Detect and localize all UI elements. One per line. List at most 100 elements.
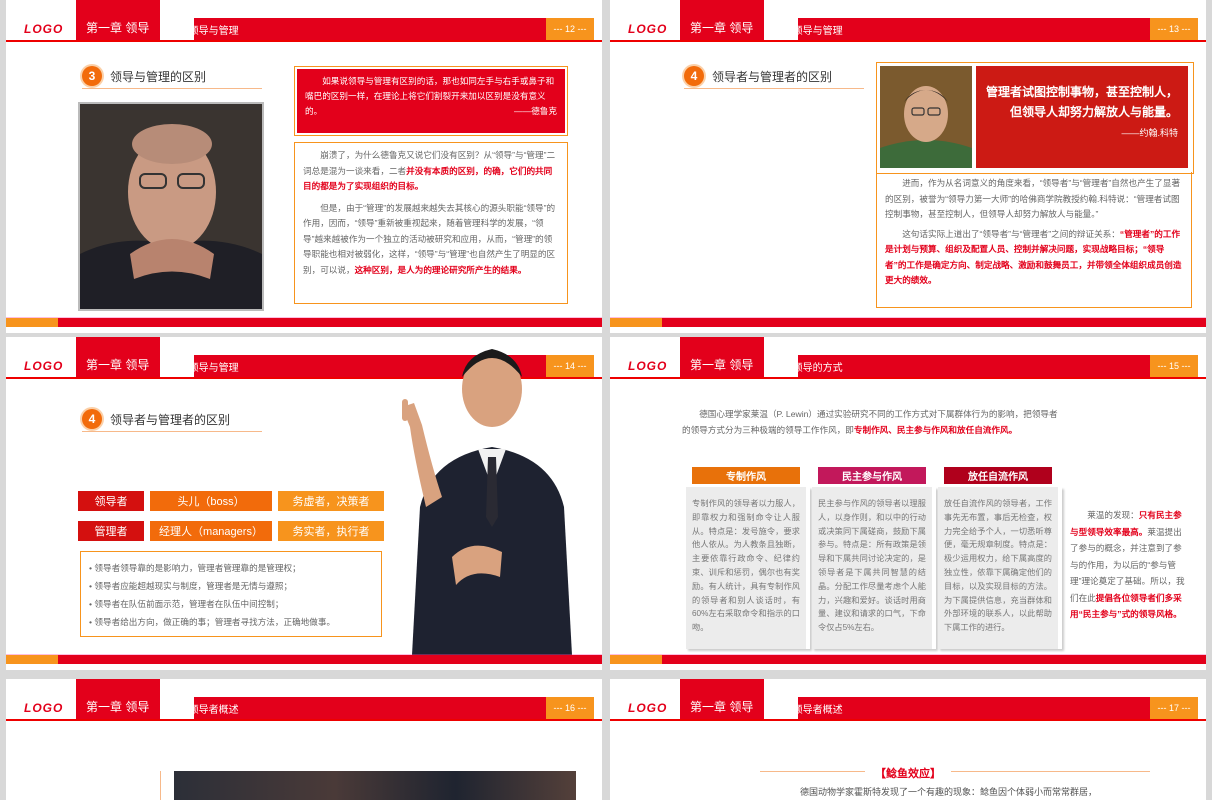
quote-text: 管理者试图控制事物，甚至控制人，但领导人却努力解放人与能量。 bbox=[986, 85, 1179, 119]
col-text-laissez-faire: 放任自流作风的领导者，工作事先无布置，事后无检查，权力完全给予个人，一切悉听尊便… bbox=[938, 487, 1062, 649]
kotter-photo bbox=[880, 66, 972, 168]
footer-orange-bar bbox=[6, 318, 58, 327]
slide-15[interactable]: LOGO 第一章 领导 1.3 领导的方式 --- 15 --- 德国心理学家莱… bbox=[610, 337, 1206, 670]
scene-photo bbox=[174, 771, 576, 800]
header-line bbox=[6, 719, 602, 721]
row2-term: 经理人（managers） bbox=[150, 521, 272, 541]
footer-red-bar bbox=[662, 655, 1206, 664]
paragraph-1: 进而，作为从名词意义的角度来看，“领导者”与“管理者”自然也产生了显著的区别，被… bbox=[885, 178, 1181, 219]
businessman-photo bbox=[392, 337, 592, 655]
chapter-title: 第一章 领导 bbox=[690, 358, 754, 372]
logo: LOGO bbox=[24, 701, 64, 715]
text-box: 进而，作为从名词意义的角度来看，“领导者”与“管理者”自然也产生了显著的区别，被… bbox=[876, 172, 1192, 308]
text-box: 崩溃了，为什么德鲁克又说它们没有区别？从“领导”与“管理”二词总是混为一谈来看，… bbox=[294, 142, 568, 304]
chapter-title: 第一章 领导 bbox=[86, 21, 150, 35]
paragraph-2: 但是，由于“管理”的发展越来越失去其核心的源头职能“领导”的作用，因而，“领导”… bbox=[303, 202, 556, 275]
portrait-illustration bbox=[880, 66, 972, 168]
page-number: --- 12 --- bbox=[546, 18, 594, 40]
footer-orange-bar bbox=[610, 318, 662, 327]
subtitle: 1.2 领导与管理 bbox=[172, 363, 239, 374]
slide-17[interactable]: LOGO 第一章 领导 1.4 领导者概述 --- 17 --- 【鲶鱼效应】 … bbox=[610, 679, 1206, 800]
intro-paragraph: 德国心理学家莱温（P. Lewin）通过实验研究不同的工作方式对下属群体行为的影… bbox=[682, 409, 1058, 435]
section-number: 4 bbox=[684, 66, 704, 86]
header-bar bbox=[798, 697, 1150, 719]
subtitle: 1.3 领导的方式 bbox=[776, 363, 843, 374]
header-bar bbox=[194, 18, 546, 40]
section-heading: 4 领导者与管理者的区别 bbox=[684, 66, 832, 86]
slide-16[interactable]: LOGO 第一章 领导 1.4 领导者概述 --- 16 --- bbox=[6, 679, 602, 800]
subtitle: 1.4 领导者概述 bbox=[172, 705, 239, 716]
footer-red-bar bbox=[58, 318, 602, 327]
quote-box: 管理者试图控制事物，甚至控制人，但领导人却努力解放人与能量。 ——约翰.科特 bbox=[976, 66, 1188, 168]
row1-label: 领导者 bbox=[78, 491, 144, 511]
divider bbox=[160, 771, 161, 800]
chapter-title: 第一章 领导 bbox=[86, 358, 150, 372]
section-number: 4 bbox=[82, 409, 102, 429]
subtitle: 1.2 领导与管理 bbox=[172, 26, 239, 37]
section-title: 领导与管理的区别 bbox=[110, 69, 207, 84]
logo: LOGO bbox=[24, 359, 64, 373]
section-heading: 3 领导与管理的区别 bbox=[82, 66, 206, 86]
page-number: --- 13 --- bbox=[1150, 18, 1198, 40]
col-text-autocratic: 专制作风的领导者以力服人，即靠权力和强制命令让人服从。特点是：发号施令，要求他人… bbox=[686, 487, 810, 649]
header-line bbox=[610, 719, 1206, 721]
footer-orange-bar bbox=[6, 655, 58, 664]
section-title: 【鲶鱼效应】 bbox=[865, 768, 951, 780]
page-number: --- 16 --- bbox=[546, 697, 594, 719]
bullet-box: • 领导者领导靠的是影响力，管理者管理靠的是管理权； • 领导者应能超越现实与制… bbox=[80, 551, 382, 637]
businessman-illustration bbox=[402, 349, 572, 655]
footer-orange-bar bbox=[610, 655, 662, 664]
quote-box: 如果说领导与管理有区别的话，那也如同左手与右手或鼻子和嘴巴的区别一样，在理论上将… bbox=[297, 69, 565, 133]
col-title-democratic: 民主参与作风 bbox=[818, 467, 926, 484]
quote-author: ——约翰.科特 bbox=[1121, 128, 1178, 138]
bullet-item: • 领导者应能超越现实与制度，管理者是无情与遵照； bbox=[89, 581, 293, 591]
header-bar bbox=[194, 697, 546, 719]
chapter-title: 第一章 领导 bbox=[86, 700, 150, 714]
paragraph-2: 这句话实际上道出了“领导者”与“管理者”之间的辩证关系：“管理者”的工作是计划与… bbox=[885, 228, 1182, 286]
logo: LOGO bbox=[628, 22, 668, 36]
logo: LOGO bbox=[628, 701, 668, 715]
page-number: --- 15 --- bbox=[1150, 355, 1198, 377]
section-underline bbox=[684, 88, 864, 89]
slide-14[interactable]: LOGO 第一章 领导 1.2 领导与管理 --- 14 --- 4 领导者与管… bbox=[6, 337, 602, 670]
row1-term: 头儿（boss） bbox=[150, 491, 272, 511]
row2-label: 管理者 bbox=[78, 521, 144, 541]
section-underline bbox=[82, 88, 262, 89]
page-number: --- 17 --- bbox=[1150, 697, 1198, 719]
footer-red-bar bbox=[662, 318, 1206, 327]
section-title: 领导者与管理者的区别 bbox=[712, 69, 833, 84]
quote-frame: 如果说领导与管理有区别的话，那也如同左手与右手或鼻子和嘴巴的区别一样，在理论上将… bbox=[294, 66, 568, 136]
col-text-democratic: 民主参与作风的领导者以理服人，以身作则，和以中的行动或决策同下属磋商，鼓励下属参… bbox=[812, 487, 936, 649]
section-heading: 4 领导者与管理者的区别 bbox=[82, 409, 230, 429]
bullet-item: • 领导者给出方向，做正确的事；管理者寻找方法，正确地做事。 bbox=[89, 617, 336, 627]
row1-role: 务虚者，决策者 bbox=[278, 491, 384, 511]
row2-role: 务实者，执行者 bbox=[278, 521, 384, 541]
footer-red-bar bbox=[58, 655, 602, 664]
title-wrap: 【鲶鱼效应】 bbox=[610, 764, 1206, 782]
section-title: 领导者与管理者的区别 bbox=[110, 412, 231, 427]
logo: LOGO bbox=[628, 359, 668, 373]
chapter-title: 第一章 领导 bbox=[690, 700, 754, 714]
col-title-autocratic: 专制作风 bbox=[692, 467, 800, 484]
header-bar bbox=[798, 355, 1150, 377]
header-bar bbox=[798, 18, 1150, 40]
header-line bbox=[6, 40, 602, 42]
section-number: 3 bbox=[82, 66, 102, 86]
side-paragraph: 莱温的发现：只有民主参与型领导效率最高。莱温提出了参与的概念，并注意到了参与的作… bbox=[1070, 510, 1185, 619]
subtitle: 1.2 领导与管理 bbox=[776, 26, 843, 37]
slide-13[interactable]: LOGO 第一章 领导 1.2 领导与管理 --- 13 --- 4 领导者与管… bbox=[610, 0, 1206, 333]
bullet-item: • 领导者领导靠的是影响力，管理者管理靠的是管理权； bbox=[89, 563, 301, 573]
col-title-laissez-faire: 放任自流作风 bbox=[944, 467, 1052, 484]
header-line bbox=[610, 40, 1206, 42]
paragraph: 德国动物学家霍斯特发现了一个有趣的现象：鲶鱼因个体弱小而常常群居， bbox=[800, 787, 1098, 797]
paragraph-1: 崩溃了，为什么德鲁克又说它们没有区别？从“领导”与“管理”二词总是混为一谈来看，… bbox=[303, 150, 556, 191]
section-underline bbox=[82, 431, 262, 432]
slide-12[interactable]: LOGO 第一章 领导 1.2 领导与管理 --- 12 --- 3 领导与管理… bbox=[6, 0, 602, 333]
quote-author: ——德鲁克 bbox=[514, 106, 557, 116]
chapter-title: 第一章 领导 bbox=[690, 21, 754, 35]
logo: LOGO bbox=[24, 22, 64, 36]
drucker-photo bbox=[78, 102, 264, 311]
portrait-illustration bbox=[80, 104, 262, 309]
bullet-item: • 领导者在队伍前面示范，管理者在队伍中间控制； bbox=[89, 599, 284, 609]
header-line bbox=[610, 377, 1206, 379]
